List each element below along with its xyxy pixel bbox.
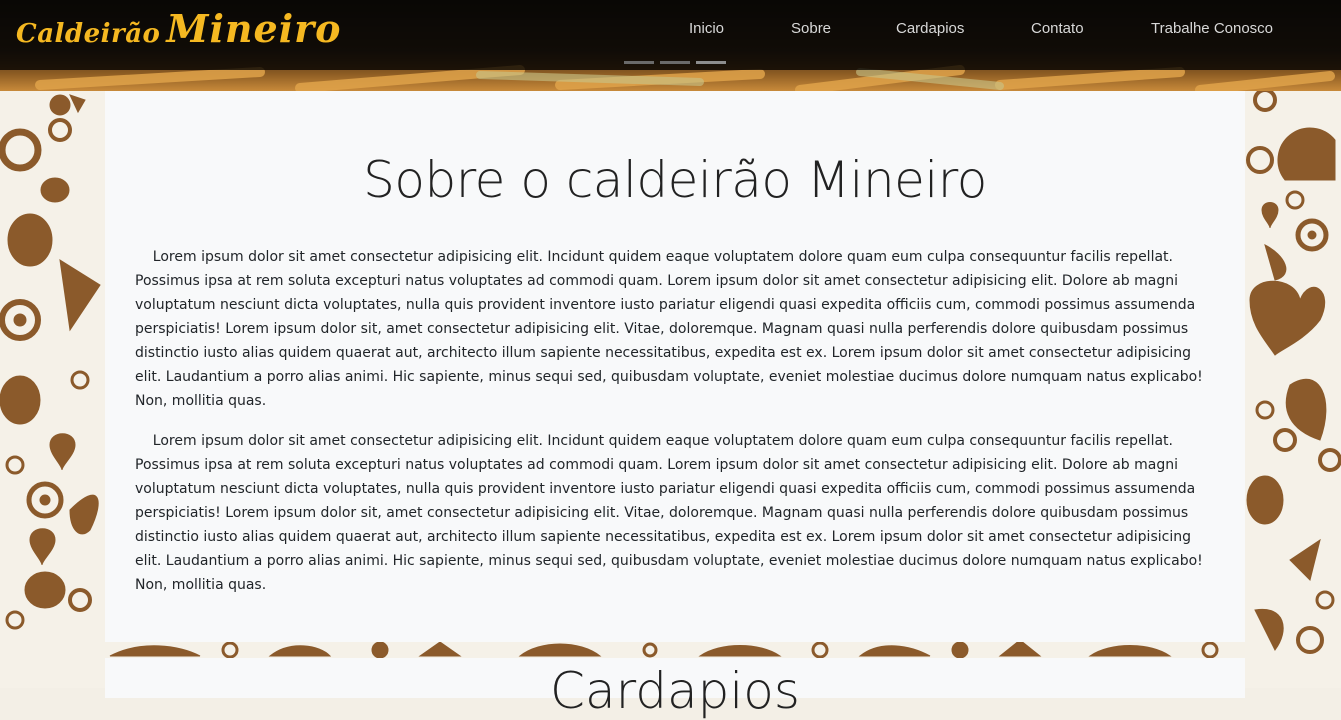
carousel-indicator[interactable] — [660, 61, 690, 64]
about-title: Sobre o caldeirão Mineiro — [363, 151, 987, 209]
nav-item-trabalhe-conosco[interactable]: Trabalhe Conosco — [1151, 20, 1273, 37]
nav-menu: Inicio Sobre Cardapios Contato Trabalhe … — [0, 20, 1341, 44]
menu-section-title: Cardapios — [550, 662, 800, 720]
carousel-indicator-active[interactable] — [696, 61, 726, 64]
nav-item-sobre[interactable]: Sobre — [791, 20, 831, 37]
navbar: Caldeirão Mineiro Inicio Sobre Cardapios … — [0, 0, 1341, 70]
about-paragraph-2: Lorem ipsum dolor sit amet consectetur a… — [135, 433, 1203, 593]
nav-item-contato[interactable]: Contato — [1031, 20, 1084, 37]
carousel-indicator[interactable] — [624, 61, 654, 64]
about-paragraph-1: Lorem ipsum dolor sit amet consectetur a… — [135, 249, 1203, 409]
menu-section: Cardapios — [105, 658, 1245, 720]
about-section: Sobre o caldeirão Mineiro Lorem ipsum do… — [105, 91, 1245, 642]
nav-item-inicio[interactable]: Inicio — [689, 20, 724, 37]
nav-item-cardapios[interactable]: Cardapios — [896, 20, 964, 37]
